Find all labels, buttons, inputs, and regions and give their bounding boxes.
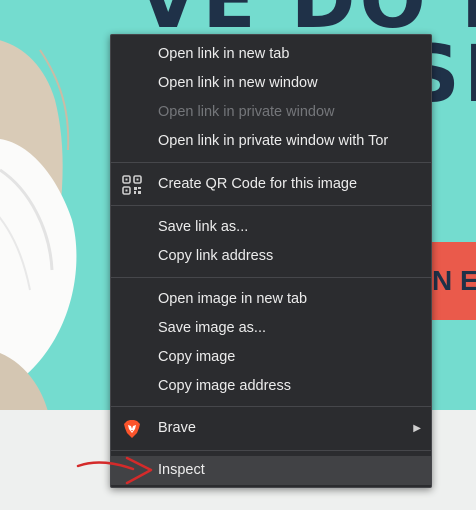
menu-item-label: Save link as... bbox=[158, 219, 249, 235]
menu-item-save-image-as[interactable]: Save image as... bbox=[111, 314, 431, 343]
hero-person-image[interactable] bbox=[0, 20, 100, 410]
menu-item-brave[interactable]: Brave ▶ bbox=[111, 414, 431, 443]
menu-separator bbox=[111, 205, 431, 206]
menu-separator bbox=[111, 406, 431, 407]
menu-item-open-link-new-tab[interactable]: Open link in new tab bbox=[111, 40, 431, 69]
menu-item-label: Create QR Code for this image bbox=[158, 176, 358, 192]
menu-item-label: Open link in private window bbox=[158, 104, 335, 120]
menu-item-label: Open image in new tab bbox=[158, 291, 308, 307]
menu-item-copy-image[interactable]: Copy image bbox=[111, 343, 431, 372]
hero-cta-label: N E bbox=[432, 265, 476, 296]
menu-item-label: Copy link address bbox=[158, 248, 274, 264]
menu-item-label: Copy image bbox=[158, 349, 236, 365]
menu-item-label: Brave bbox=[158, 420, 196, 436]
menu-item-label: Open link in new tab bbox=[158, 46, 290, 62]
menu-item-copy-link-address[interactable]: Copy link address bbox=[111, 242, 431, 271]
menu-separator bbox=[111, 162, 431, 163]
menu-item-copy-image-address[interactable]: Copy image address bbox=[111, 372, 431, 401]
red-arrow-annotation-icon bbox=[76, 456, 153, 485]
menu-item-open-link-private-window: Open link in private window bbox=[111, 98, 431, 127]
qr-code-icon bbox=[122, 175, 142, 195]
menu-item-label: Copy image address bbox=[158, 378, 291, 394]
context-menu: Open link in new tab Open link in new wi… bbox=[110, 34, 432, 488]
brave-lion-icon bbox=[124, 420, 140, 438]
menu-item-open-image-new-tab[interactable]: Open image in new tab bbox=[111, 285, 431, 314]
menu-item-open-link-new-window[interactable]: Open link in new window bbox=[111, 69, 431, 98]
submenu-arrow-icon: ▶ bbox=[413, 423, 421, 434]
menu-item-open-link-private-window-tor[interactable]: Open link in private window with Tor bbox=[111, 127, 431, 156]
menu-separator bbox=[111, 277, 431, 278]
menu-item-label: Save image as... bbox=[158, 320, 266, 336]
menu-item-label: Open link in private window with Tor bbox=[158, 133, 389, 149]
menu-item-create-qr-code[interactable]: Create QR Code for this image bbox=[111, 170, 431, 199]
menu-item-save-link-as[interactable]: Save link as... bbox=[111, 213, 431, 242]
menu-item-label: Open link in new window bbox=[158, 75, 318, 91]
menu-item-label: Inspect bbox=[158, 462, 205, 478]
